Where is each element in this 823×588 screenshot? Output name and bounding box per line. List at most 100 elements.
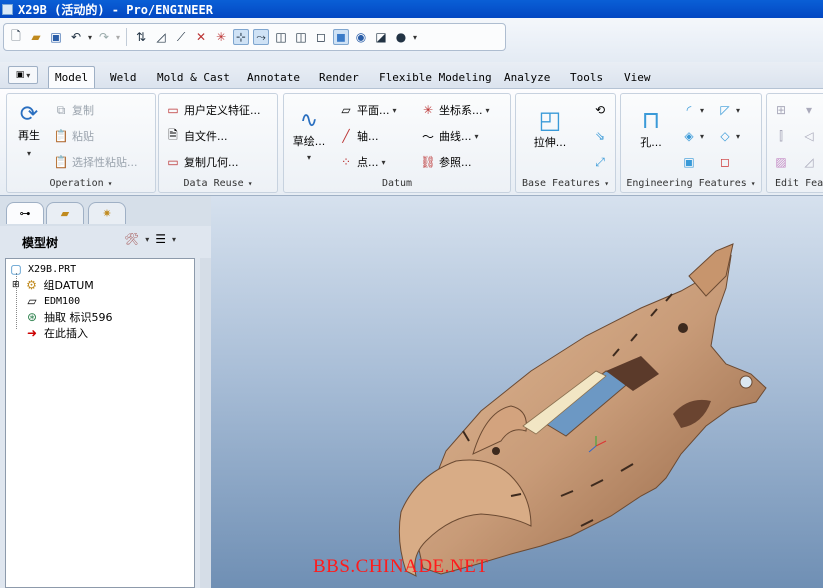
save-icon[interactable]: ▣ [48,29,64,45]
sweep-icon[interactable]: ⇘ [592,128,608,144]
swept-blend-icon[interactable]: ⤢ [592,154,608,170]
point-button[interactable]: ⁘ 点... ▾ [338,154,386,170]
tab-annotate[interactable]: Annotate [241,66,306,88]
round-button[interactable]: ◜ ▾ [681,102,704,118]
model-tree-tab-icon: ⊶ [19,207,31,220]
graphics-viewport[interactable]: BBS.CHINADE.NET [211,196,823,588]
app-icon [2,3,13,15]
sketch-button[interactable]: ∿ 草绘... ▾ [286,108,332,162]
extrude-label: 拉伸... [533,136,567,149]
tree-item-group-datum[interactable]: ⊞ ⚙ 组DATUM [12,277,94,293]
regenerate-icon[interactable]: ⇅ [133,29,149,45]
tab-analyze[interactable]: Analyze [498,66,556,88]
revolve-icon[interactable]: ⟲ [592,102,608,118]
extract-icon: ⊛ [26,310,38,324]
reference-icon: ⛓ [420,155,436,169]
tab-tools[interactable]: Tools [564,66,609,88]
axis-button[interactable]: ╱ 轴... [338,128,378,144]
tab-model[interactable]: Model [48,66,96,88]
open-folder-icon[interactable]: ▰ [28,29,44,45]
extend-icon[interactable]: ◁ [801,128,817,144]
saved-views-icon[interactable]: ◉ [353,29,369,45]
tree-item-part[interactable]: ▢ X29B.PRT [8,261,76,277]
regenerate-button[interactable]: ⟳ 再生 ▾ [11,102,47,158]
chamfer-button[interactable]: ◸ ▾ [717,102,740,118]
engineering-features-group-label[interactable]: Engineering Features ▾ [621,178,761,189]
reorient-icon[interactable]: ◪ [373,29,389,45]
mirror-icon[interactable]: ⊞ [773,102,789,118]
axis-display-icon[interactable]: ⟋ [173,29,189,45]
paste-special-button[interactable]: 📋 选择性粘贴... [53,154,138,170]
curve-button[interactable]: 〜曲线... ▾ [420,128,479,144]
data-reuse-group-label[interactable]: Data Reuse ▾ [159,178,277,189]
undo-icon[interactable]: ↶ [68,29,84,45]
from-file-button[interactable]: 🗎 自文件... [165,128,227,144]
appearance-icon[interactable]: ● [393,29,409,45]
point-display-icon[interactable]: ✕ [193,29,209,45]
tab-render[interactable]: Render [313,66,365,88]
pattern-button[interactable]: ◻ [717,154,733,170]
trim-icon[interactable]: ⫿ [773,128,789,144]
annotation-display-icon[interactable]: ⤳ [253,29,270,45]
copy-icon: ⧉ [56,102,66,117]
extrude-button[interactable]: ◰ 拉伸... [520,106,580,150]
copy-button[interactable]: ⧉ 复制 [53,102,94,118]
redo-dropdown-icon[interactable]: ▾ [116,33,120,42]
tree-item-edm100[interactable]: ▱ EDM100 [24,293,80,309]
no-hidden-icon[interactable]: ◻ [313,29,329,45]
navigator-splitter[interactable] [200,258,211,588]
copy-geometry-button[interactable]: ▭ 复制几何... [165,154,238,170]
tab-weld[interactable]: Weld [104,66,143,88]
wireframe-icon[interactable]: ◫ [273,29,289,45]
watermark-text: BBS.CHINADE.NET [313,556,489,577]
datum-display-icon[interactable]: ◿ [153,29,169,45]
datum-group: ∿ 草绘... ▾ ▱ 平面... ▾ ╱ 轴... ⁘ 点... ▾ ✳ 坐标系... ▾ … [283,93,511,193]
operation-group: ⟳ 再生 ▾ ⧉ 复制 📋 粘贴 📋 选择性粘贴... Operation ▾ [6,93,156,193]
csys-display-icon[interactable]: ✳ [213,29,229,45]
curve-icon: 〜 [421,129,434,144]
tree-item-insert-here[interactable]: ➜ 在此插入 [24,325,88,341]
expand-icon[interactable]: ⊞ [12,280,20,290]
tree-item-extract[interactable]: ⊛ 抽取 标识596 [24,309,113,325]
csys-button[interactable]: ✳ 坐标系... ▾ [420,102,490,118]
reference-button[interactable]: ⛓ 参照... [420,154,471,170]
regenerate-label: 再生 [18,129,40,142]
paste-button[interactable]: 📋 粘贴 [53,128,94,144]
folder-icon: ▰ [60,207,70,220]
merge-icon[interactable]: ▾ [801,102,817,118]
sketch-icon: ∿ [299,108,319,133]
tab-mold-cast[interactable]: Mold & Cast [151,66,236,88]
file-menu-button[interactable]: ▣ ▾ [8,66,38,84]
spin-center-icon[interactable]: ⊹ [233,29,250,45]
tab-folder-browser[interactable]: ▰ [46,202,84,224]
tab-flexible-modeling[interactable]: Flexible Modeling [373,66,498,88]
hole-button[interactable]: ⊓ 孔... [627,106,675,150]
title-bar: X29B (活动的) - Pro/ENGINEER [0,0,823,18]
settings-dropdown-icon[interactable]: ▾ [145,235,149,244]
new-file-icon[interactable]: 🗋 [8,29,24,45]
udf-button[interactable]: ▭ 用户定义特征... [165,102,260,118]
draft-button[interactable]: ◇ ▾ [717,128,740,144]
settings-icon[interactable]: 🛠 [124,232,139,246]
3d-model [398,243,767,577]
tab-favorites[interactable]: ✷ [88,202,126,224]
show-icon[interactable]: ☰ [155,232,166,246]
shell-button[interactable]: ◈ ▾ [681,128,704,144]
tab-view[interactable]: View [618,66,657,88]
offset-icon[interactable]: ▨ [773,154,789,170]
plane-button[interactable]: ▱ 平面... ▾ [338,102,396,118]
hole-label: 孔... [640,136,662,149]
hidden-line-icon[interactable]: ◫ [293,29,309,45]
quick-access-row: 🗋 ▰ ▣ ↶ ▾ ↷ ▾ ⇅ ◿ ⟋ ✕ ✳ ⊹ ⤳ ◫ ◫ ◻ ◼ ◉ ◪ ● ▾ [0,18,823,62]
operation-group-label[interactable]: Operation ▾ [7,178,155,189]
round-icon: ◜ [686,103,692,117]
shading-icon[interactable]: ◼ [333,29,350,45]
base-features-group-label[interactable]: Base Features ▾ [516,178,615,189]
appearance-dropdown-icon[interactable]: ▾ [413,33,417,42]
thicken-icon[interactable]: ◿ [801,154,817,170]
redo-icon[interactable]: ↷ [96,29,112,45]
rib-button[interactable]: ▣ [681,154,697,170]
show-dropdown-icon[interactable]: ▾ [172,235,176,244]
undo-dropdown-icon[interactable]: ▾ [88,33,92,42]
tab-model-tree[interactable]: ⊶ [6,202,44,224]
